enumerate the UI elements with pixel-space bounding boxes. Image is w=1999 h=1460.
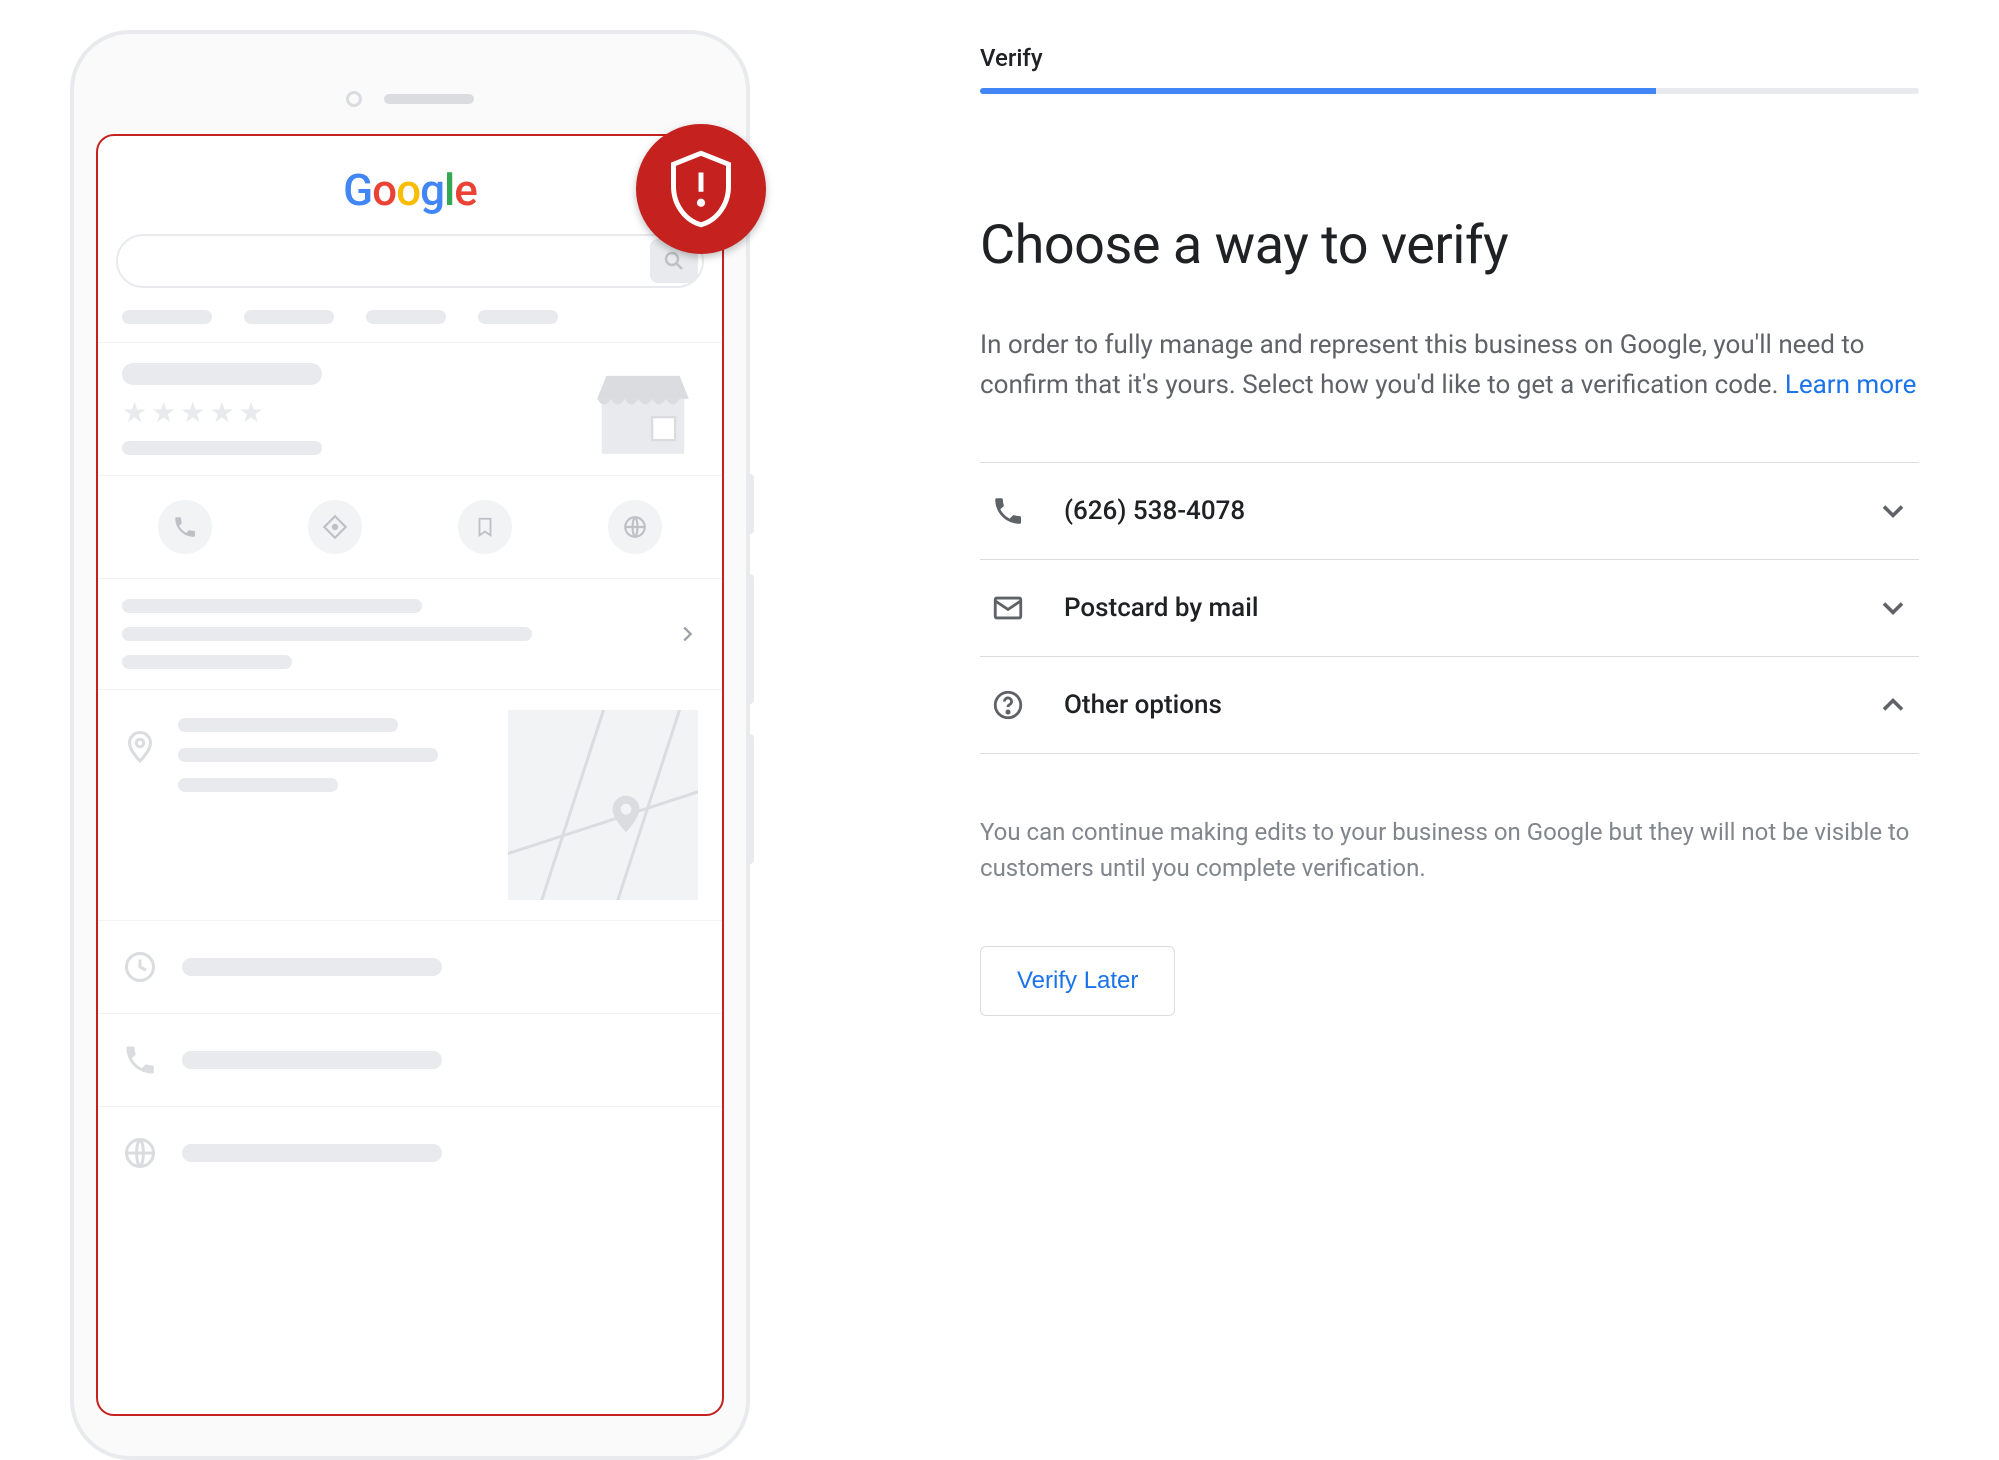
phone-icon: [122, 1042, 158, 1078]
phone-side-button: [746, 474, 754, 534]
unverified-shield-badge: [636, 124, 766, 254]
option-label: Other options: [1064, 690, 1875, 720]
progress-fill: [980, 88, 1656, 94]
option-label: Postcard by mail: [1064, 593, 1875, 623]
shield-alert-icon: [668, 150, 734, 228]
directions-action-icon: [308, 500, 362, 554]
phone-side-button: [746, 734, 754, 864]
detail-row-placeholder: [98, 578, 722, 689]
website-action-icon: [608, 500, 662, 554]
location-row-placeholder: [98, 689, 722, 920]
phone-frame: Google: [70, 30, 750, 1460]
verify-option-other[interactable]: Other options: [980, 656, 1919, 753]
verification-options: (626) 538-4078 Postcard by mail Other op…: [980, 462, 1919, 754]
description-text: In order to fully manage and represent t…: [980, 330, 1864, 400]
verify-option-postcard[interactable]: Postcard by mail: [980, 559, 1919, 656]
save-action-icon: [458, 500, 512, 554]
rating-stars-placeholder: ★★★★★: [122, 399, 588, 427]
learn-more-link[interactable]: Learn more: [1785, 370, 1917, 400]
verify-option-phone[interactable]: (626) 538-4078: [980, 462, 1919, 559]
phone-earpiece: [96, 64, 724, 134]
progress-step-label: Verify: [980, 44, 1919, 72]
website-row-placeholder: [98, 1106, 722, 1199]
storefront-icon: [588, 353, 698, 467]
chevron-right-icon: [676, 623, 698, 645]
globe-icon: [122, 1135, 158, 1171]
phone-row-placeholder: [98, 1013, 722, 1106]
clock-icon: [122, 949, 158, 985]
phone-icon: [988, 491, 1028, 531]
hours-row-placeholder: [98, 920, 722, 1013]
mail-icon: [988, 588, 1028, 628]
business-header-placeholder: ★★★★★: [98, 342, 722, 475]
phone-side-button: [746, 574, 754, 704]
pin-icon: [122, 728, 158, 764]
map-pin-icon: [603, 785, 649, 841]
chevron-up-icon: [1875, 687, 1911, 723]
tabs-placeholder: [98, 310, 722, 342]
verification-panel: Verify Choose a way to verify In order t…: [780, 20, 1959, 1427]
search-icon: [662, 249, 686, 273]
google-logo: Google: [98, 136, 722, 234]
phone-screen: Google: [96, 134, 724, 1416]
chevron-down-icon: [1875, 493, 1911, 529]
verify-later-button[interactable]: Verify Later: [980, 946, 1175, 1016]
call-action-icon: [158, 500, 212, 554]
progress-bar: [980, 88, 1919, 94]
search-bar-placeholder: [116, 234, 704, 288]
help-icon: [988, 685, 1028, 725]
option-label: (626) 538-4078: [1064, 496, 1875, 526]
page-heading: Choose a way to verify: [980, 214, 1919, 277]
page-description: In order to fully manage and represent t…: [980, 325, 1919, 406]
action-icons-row: [98, 475, 722, 578]
chevron-down-icon: [1875, 590, 1911, 626]
map-placeholder: [508, 710, 698, 900]
phone-illustration-column: Google: [40, 20, 780, 1427]
verification-subtext: You can continue making edits to your bu…: [980, 814, 1919, 886]
